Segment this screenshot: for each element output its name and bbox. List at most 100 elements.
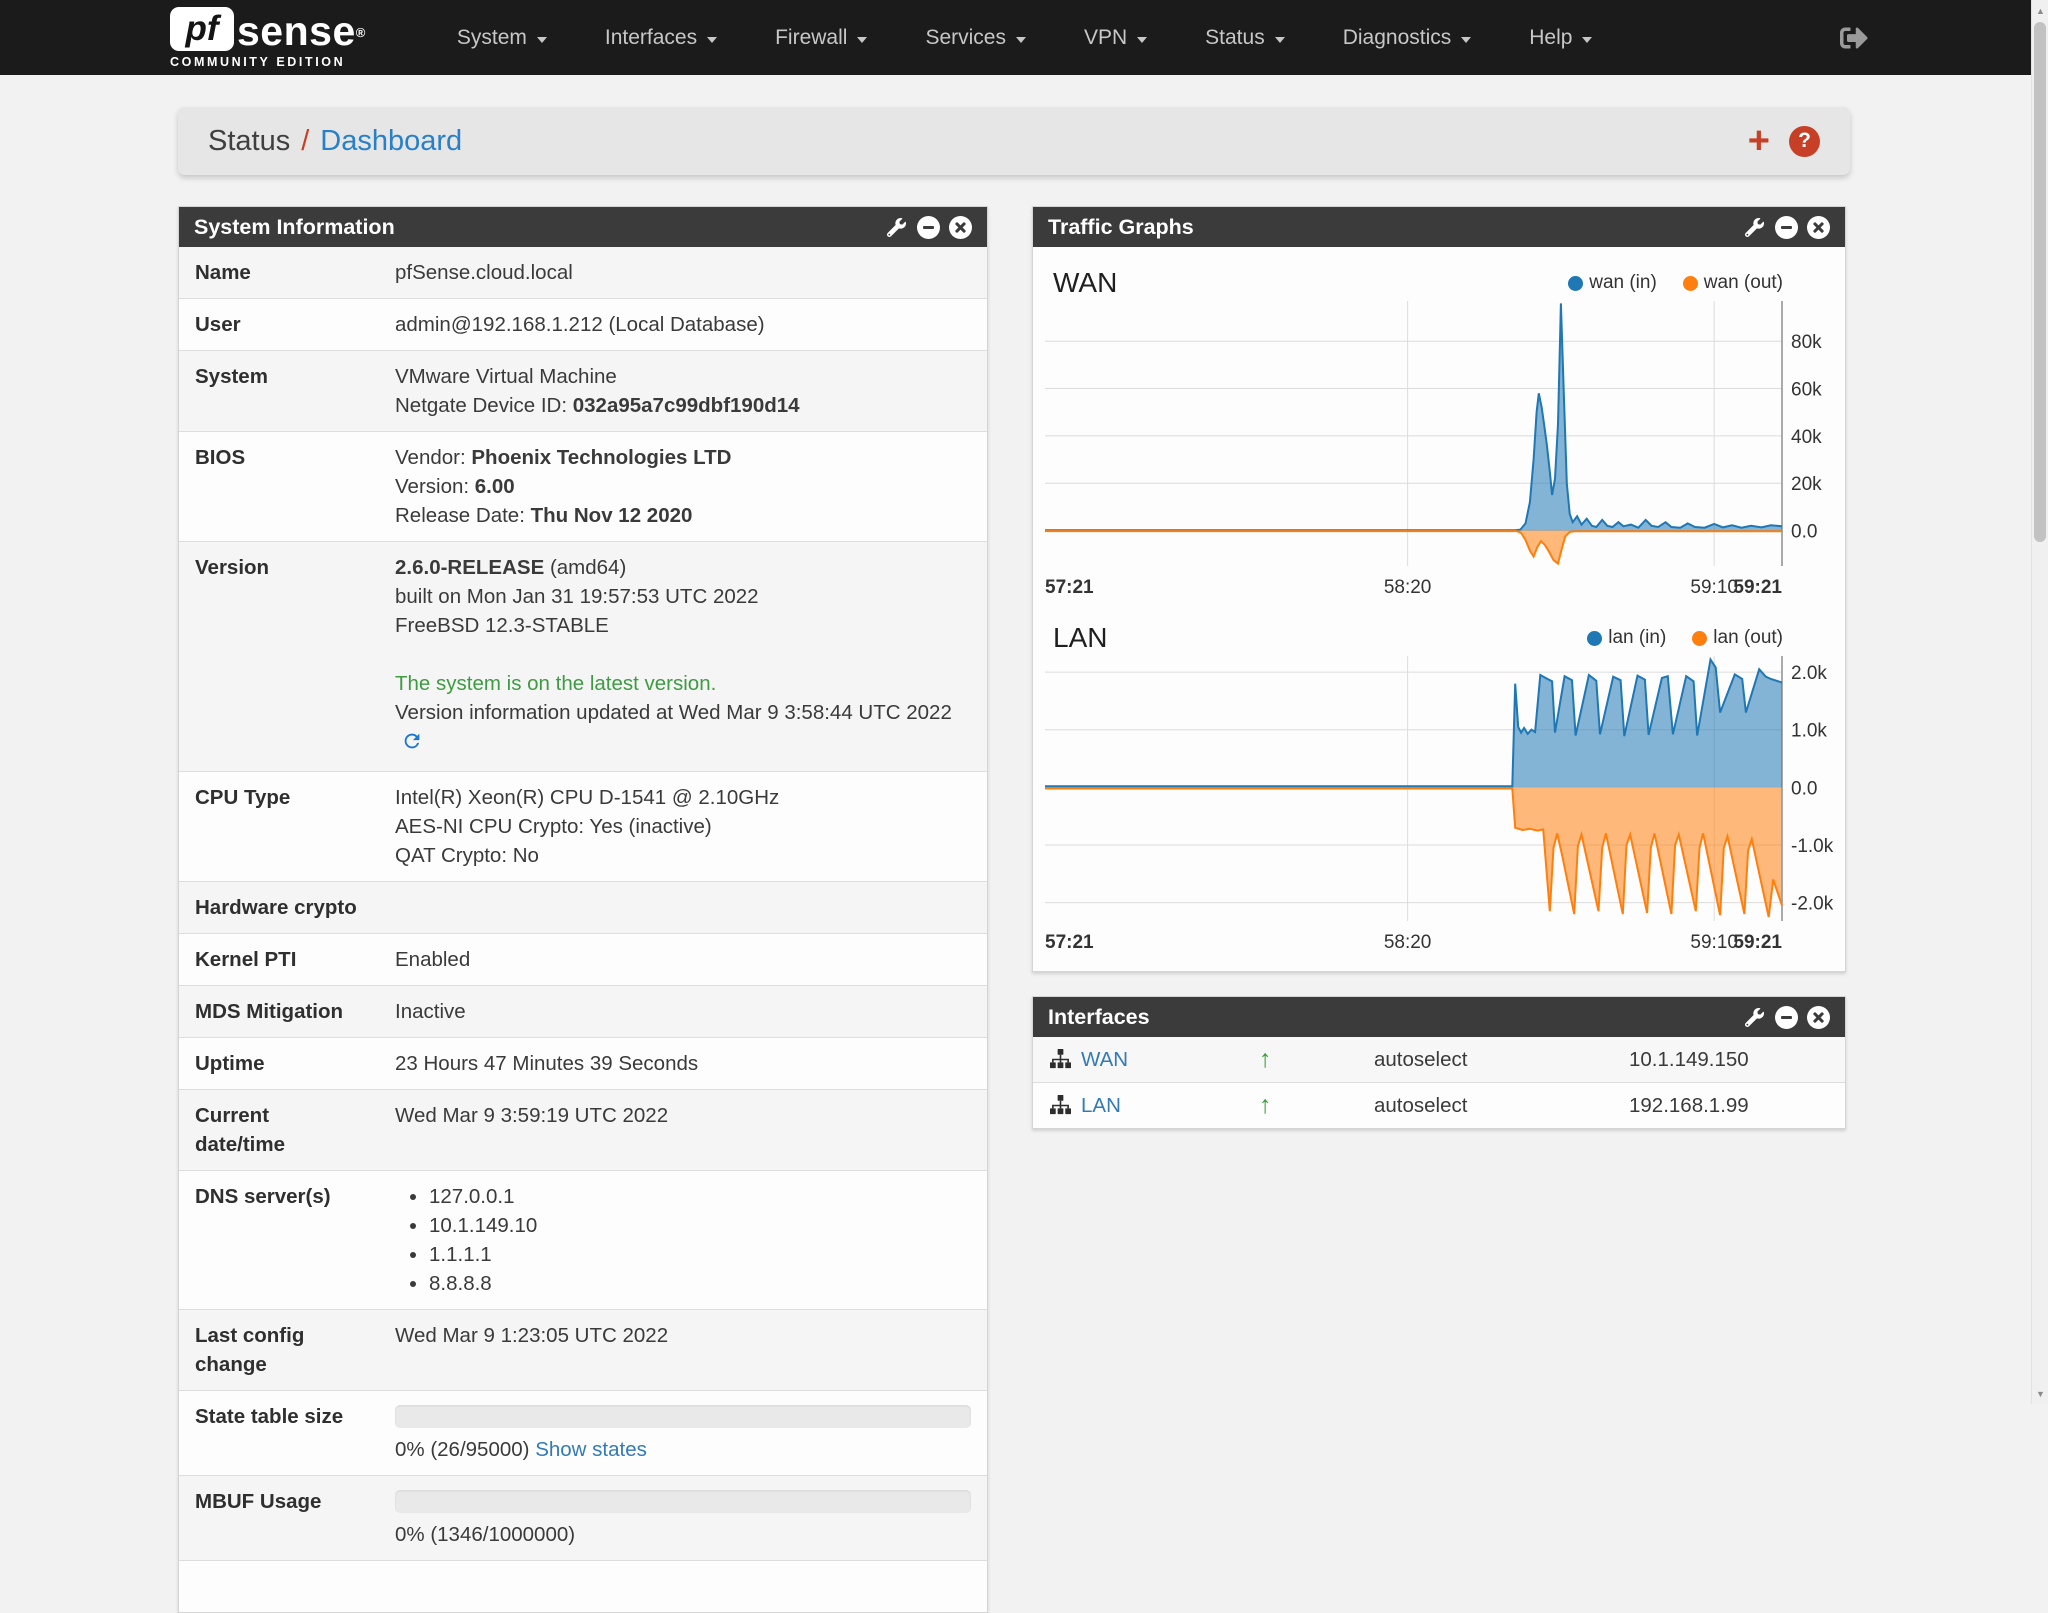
wrench-icon[interactable] bbox=[887, 218, 906, 237]
nav-item-firewall[interactable]: Firewall bbox=[746, 0, 896, 75]
row-label: State table size bbox=[179, 1391, 379, 1476]
table-row: Last config changeWed Mar 9 1:23:05 UTC … bbox=[179, 1310, 987, 1391]
chevron-down-icon bbox=[1137, 37, 1147, 43]
value-line: admin@192.168.1.212 (Local Database) bbox=[395, 310, 971, 339]
breadcrumb-page[interactable]: Dashboard bbox=[320, 125, 462, 158]
chevron-down-icon bbox=[1016, 37, 1026, 43]
row-value: Wed Mar 9 3:59:19 UTC 2022 bbox=[379, 1090, 987, 1171]
interface-row-wan: WAN↑autoselect10.1.149.150 bbox=[1033, 1037, 1845, 1082]
top-navbar: pf sense® COMMUNITY EDITION System Interf… bbox=[0, 0, 2048, 75]
value-line: Inactive bbox=[395, 997, 971, 1026]
value-line: Version: 6.00 bbox=[395, 472, 971, 501]
value-line: QAT Crypto: No bbox=[395, 841, 971, 870]
table-row: Current date/timeWed Mar 9 3:59:19 UTC 2… bbox=[179, 1090, 987, 1171]
close-icon[interactable] bbox=[1807, 216, 1830, 239]
close-icon[interactable] bbox=[1807, 1006, 1830, 1029]
legend-label: lan (in) bbox=[1608, 627, 1666, 649]
svg-text:58:20: 58:20 bbox=[1384, 932, 1432, 953]
logout-button[interactable] bbox=[1840, 24, 1868, 52]
svg-text:57:21: 57:21 bbox=[1045, 932, 1094, 953]
value-line: Wed Mar 9 3:59:19 UTC 2022 bbox=[395, 1101, 971, 1130]
row-label bbox=[179, 1561, 379, 1613]
add-widget-icon[interactable]: + bbox=[1748, 122, 1770, 160]
scrollbar-up-arrow[interactable]: ▲ bbox=[2032, 2, 2048, 19]
wrench-icon[interactable] bbox=[1745, 1008, 1764, 1027]
wrench-icon[interactable] bbox=[1745, 218, 1764, 237]
chart-head: LANlan (in)lan (out) bbox=[1053, 622, 1833, 654]
close-icon[interactable] bbox=[949, 216, 972, 239]
nav-item-system[interactable]: System bbox=[428, 0, 576, 75]
svg-text:59:10: 59:10 bbox=[1690, 932, 1738, 953]
nav-item-label: Interfaces bbox=[605, 26, 697, 50]
nav-item-services[interactable]: Services bbox=[896, 0, 1055, 75]
chart-legend: wan (in)wan (out) bbox=[1568, 272, 1783, 294]
interfaces-header: Interfaces bbox=[1033, 997, 1845, 1037]
status-up-icon: ↑ bbox=[1259, 1093, 1374, 1118]
table-row: CPU TypeIntel(R) Xeon(R) CPU D-1541 @ 2.… bbox=[179, 772, 987, 882]
table-row: Version2.6.0-RELEASE (amd64)built on Mon… bbox=[179, 542, 987, 772]
value-line: built on Mon Jan 31 19:57:53 UTC 2022 bbox=[395, 582, 971, 611]
value-line bbox=[395, 1572, 971, 1601]
interface-link[interactable]: LAN bbox=[1081, 1094, 1121, 1118]
nav-item-help[interactable]: Help bbox=[1500, 0, 1621, 75]
help-icon[interactable]: ? bbox=[1789, 126, 1820, 157]
value-line: Wed Mar 9 1:23:05 UTC 2022 bbox=[395, 1321, 971, 1350]
row-label: DNS server(s) bbox=[179, 1171, 379, 1310]
svg-text:59:21: 59:21 bbox=[1733, 932, 1782, 953]
minimize-icon[interactable] bbox=[917, 216, 940, 239]
value-line: Vendor: Phoenix Technologies LTD bbox=[395, 443, 971, 472]
list-item: 10.1.149.10 bbox=[429, 1211, 971, 1240]
sitemap-icon bbox=[1049, 1049, 1072, 1070]
lan-traffic-chart: 2.0k1.0k0.0-1.0k-2.0k57:2158:2059:1059:2… bbox=[1045, 656, 1834, 956]
traffic-graphs-header: Traffic Graphs bbox=[1033, 207, 1845, 247]
table-row: SystemVMware Virtual MachineNetgate Devi… bbox=[179, 351, 987, 432]
row-label: Kernel PTI bbox=[179, 934, 379, 986]
pfsense-logo[interactable]: pf sense® COMMUNITY EDITION bbox=[170, 7, 366, 69]
page-scrollbar[interactable]: ▲ ▼ bbox=[2031, 0, 2048, 1404]
scrollbar-down-arrow[interactable]: ▼ bbox=[2032, 1385, 2048, 1402]
status-up-icon: ↑ bbox=[1259, 1047, 1374, 1072]
show-states-link[interactable]: Show states bbox=[535, 1438, 647, 1461]
row-value: admin@192.168.1.212 (Local Database) bbox=[379, 299, 987, 351]
minimize-icon[interactable] bbox=[1775, 1006, 1798, 1029]
interface-link[interactable]: WAN bbox=[1081, 1048, 1128, 1072]
legend-label: wan (in) bbox=[1589, 272, 1657, 294]
nav-item-vpn[interactable]: VPN bbox=[1055, 0, 1176, 75]
value-text: 6.00 bbox=[475, 475, 515, 498]
nav-item-diagnostics[interactable]: Diagnostics bbox=[1314, 0, 1501, 75]
legend-dot-icon bbox=[1568, 276, 1583, 291]
value-line: The system is on the latest version. bbox=[395, 669, 971, 698]
value-line: 0% (26/95000) Show states bbox=[395, 1435, 971, 1464]
value-text: Enabled bbox=[395, 948, 470, 971]
logo-text: sense® bbox=[237, 12, 366, 51]
lan-traffic-block: LANlan (in)lan (out)2.0k1.0k0.0-1.0k-2.0… bbox=[1033, 606, 1845, 961]
row-value: 2.6.0-RELEASE (amd64)built on Mon Jan 31… bbox=[379, 542, 987, 772]
table-row: BIOSVendor: Phoenix Technologies LTDVers… bbox=[179, 432, 987, 542]
list-item: 8.8.8.8 bbox=[429, 1269, 971, 1298]
breadcrumb-separator: / bbox=[301, 125, 309, 158]
row-label: Uptime bbox=[179, 1038, 379, 1090]
value-text: 032a95a7c99dbf190d14 bbox=[573, 394, 800, 417]
interface-ip: 10.1.149.150 bbox=[1629, 1048, 1829, 1072]
value-line: 2.6.0-RELEASE (amd64) bbox=[395, 553, 971, 582]
row-value: pfSense.cloud.local bbox=[379, 247, 987, 299]
nav-item-status[interactable]: Status bbox=[1176, 0, 1314, 75]
value-text: Intel(R) Xeon(R) CPU D-1541 @ 2.10GHz bbox=[395, 786, 779, 809]
chart-title-wan: WAN bbox=[1053, 267, 1117, 299]
value-line bbox=[395, 640, 971, 669]
table-row: Hardware crypto bbox=[179, 882, 987, 934]
registered-mark: ® bbox=[356, 25, 366, 40]
nav-item-interfaces[interactable]: Interfaces bbox=[576, 0, 746, 75]
chart-title-lan: LAN bbox=[1053, 622, 1107, 654]
row-label: MBUF Usage bbox=[179, 1476, 379, 1561]
refresh-icon[interactable] bbox=[401, 730, 423, 760]
value-text: 0% (26/95000) bbox=[395, 1438, 535, 1461]
scrollbar-thumb[interactable] bbox=[2034, 22, 2046, 542]
value-line: 23 Hours 47 Minutes 39 Seconds bbox=[395, 1049, 971, 1078]
row-value: Intel(R) Xeon(R) CPU D-1541 @ 2.10GHzAES… bbox=[379, 772, 987, 882]
minimize-icon[interactable] bbox=[1775, 216, 1798, 239]
row-value: 23 Hours 47 Minutes 39 Seconds bbox=[379, 1038, 987, 1090]
row-label: Name bbox=[179, 247, 379, 299]
svg-text:0.0: 0.0 bbox=[1791, 522, 1817, 543]
svg-text:58:20: 58:20 bbox=[1384, 577, 1432, 598]
